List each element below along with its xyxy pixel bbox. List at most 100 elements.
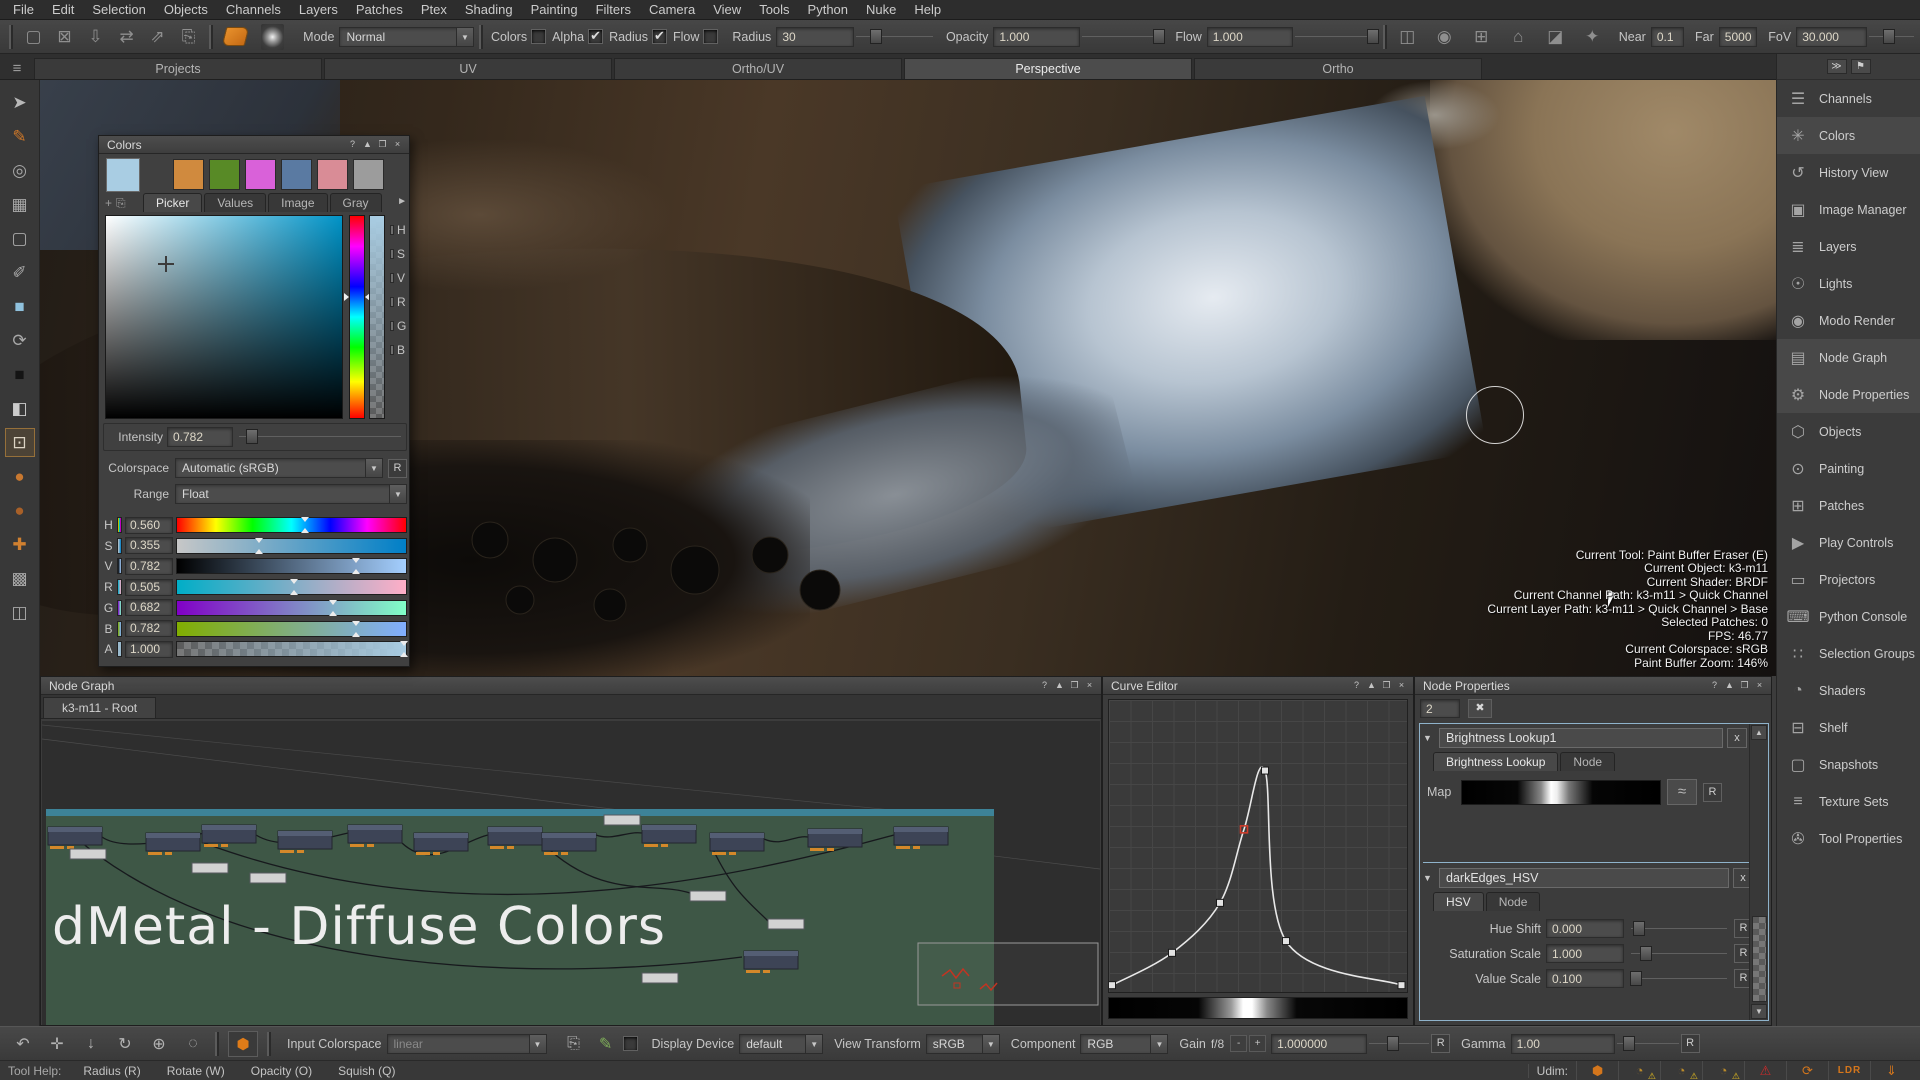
remove-node-button[interactable]: x — [1727, 728, 1747, 748]
channel-letter[interactable]: G — [390, 314, 408, 338]
bake-down-icon[interactable]: ↓ — [74, 1031, 108, 1057]
toolbar-grip[interactable] — [1383, 25, 1387, 49]
close-icon[interactable]: × — [1394, 679, 1409, 692]
marquee-select-tool[interactable]: ▢ — [5, 224, 35, 253]
sidebar-item-painting[interactable]: ⊙ Painting — [1777, 450, 1920, 487]
channel-value-field[interactable]: 0.782 — [125, 558, 173, 575]
menu-item[interactable]: Nuke — [857, 1, 905, 18]
dock-pin-icon[interactable]: ⚑ — [1851, 59, 1871, 74]
channel-value-field[interactable]: 0.355 — [125, 537, 173, 554]
projection-cube-icon[interactable]: ◫ — [1392, 23, 1423, 50]
chevron-down-icon[interactable]: ▼ — [365, 459, 382, 477]
gamma-reset-button[interactable]: R — [1681, 1034, 1700, 1053]
viewport-tab[interactable]: Ortho — [1194, 58, 1482, 79]
import-icon[interactable]: ⇄ — [111, 23, 142, 50]
gain-reset-button[interactable]: R — [1431, 1034, 1450, 1053]
symmetry-icon[interactable]: ⊞ — [1466, 23, 1497, 50]
tab-node[interactable]: Node — [1560, 752, 1615, 771]
close-icon[interactable]: × — [390, 138, 405, 151]
udim-export-icon[interactable]: ⇓ — [1870, 1061, 1912, 1080]
rotate-buffer-icon[interactable]: ↻ — [108, 1031, 142, 1057]
tab-values[interactable]: Values — [204, 193, 266, 212]
node-graph-header[interactable]: Node Graph ?▲❐× — [41, 677, 1101, 695]
menu-item[interactable]: Ptex — [412, 1, 456, 18]
menu-item[interactable]: Camera — [640, 1, 704, 18]
alpha-strip[interactable] — [369, 215, 385, 419]
menu-item[interactable]: Painting — [522, 1, 587, 18]
channel-gradient-bar[interactable] — [176, 538, 407, 554]
curves-icon[interactable]: ≈ — [1667, 779, 1697, 805]
collapse-arrow-icon[interactable]: ▼ — [1423, 733, 1435, 743]
paint-option-checkbox[interactable]: Flow — [673, 29, 718, 44]
opacity-field[interactable]: 1.000 — [993, 27, 1079, 47]
brush-preset-swatch[interactable] — [222, 27, 250, 46]
sidebar-item-node-graph[interactable]: ▤ Node Graph — [1777, 339, 1920, 376]
radius-slider[interactable] — [854, 27, 935, 47]
near-field[interactable]: 0.1 — [1651, 27, 1684, 47]
sidebar-item-image-manager[interactable]: ▣ Image Manager — [1777, 191, 1920, 228]
tab-scroll-right-icon[interactable]: ► — [397, 196, 407, 207]
menu-item[interactable]: File — [4, 1, 43, 18]
add-swatch-icon[interactable]: + — [105, 196, 112, 211]
chevron-down-icon[interactable]: ▼ — [456, 28, 473, 46]
mode-dropdown[interactable]: Normal ▼ — [339, 27, 474, 47]
sidebar-item-node-properties[interactable]: ⚙ Node Properties — [1777, 376, 1920, 413]
dock-expand-icon[interactable]: ≫ — [1827, 59, 1847, 74]
mirror-page-tool[interactable]: ◫ — [5, 598, 35, 627]
palette-swatch-slate-blue[interactable] — [281, 159, 312, 190]
lookup-map-preview[interactable] — [1461, 780, 1661, 805]
channel-letter[interactable]: B — [390, 338, 408, 362]
float-icon[interactable]: ❐ — [1379, 679, 1394, 692]
fov-field[interactable]: 30.000 — [1796, 27, 1866, 47]
hue-strip[interactable] — [349, 215, 365, 419]
curve-editor-canvas[interactable] — [1108, 699, 1408, 993]
foreground-color-swatch[interactable]: ■ — [5, 292, 35, 321]
sidebar-item-modo-render[interactable]: ◉ Modo Render — [1777, 302, 1920, 339]
pattern-tool[interactable]: ▩ — [5, 564, 35, 593]
gain-plus-button[interactable]: + — [1249, 1035, 1266, 1052]
sidebar-item-selection-groups[interactable]: ∷ Selection Groups — [1777, 635, 1920, 672]
float-icon[interactable]: ❐ — [1067, 679, 1082, 692]
collapse-icon[interactable]: ▲ — [1364, 679, 1379, 692]
help-icon[interactable]: ? — [345, 138, 360, 151]
udim-gauge-warning-1-icon[interactable]: ◔ — [1618, 1061, 1660, 1080]
sidebar-item-history-view[interactable]: ↺ History View — [1777, 154, 1920, 191]
menu-item[interactable]: Layers — [290, 1, 347, 18]
property-value-field[interactable]: 0.000 — [1546, 919, 1624, 938]
colors-palette-header[interactable]: Colors ?▲❐× — [99, 136, 409, 154]
tab-list-icon[interactable]: ≡ — [0, 57, 34, 79]
sidebar-item-texture-sets[interactable]: ≡ Texture Sets — [1777, 783, 1920, 820]
viewport-tab[interactable]: UV — [324, 58, 612, 79]
tab-node[interactable]: Node — [1486, 892, 1541, 911]
gain-slider[interactable] — [1367, 1034, 1431, 1054]
toolbar-grip[interactable] — [9, 25, 13, 49]
shader-sphere-a-icon[interactable]: ● — [5, 462, 35, 491]
far-field[interactable]: 5000 — [1719, 27, 1758, 47]
spray-icon[interactable]: ✦ — [1577, 23, 1608, 50]
current-color-swatch[interactable] — [106, 158, 140, 192]
close-icon[interactable]: × — [1082, 679, 1097, 692]
help-icon[interactable]: ? — [1707, 679, 1722, 692]
chevron-down-icon[interactable]: ▼ — [389, 485, 406, 503]
collapse-icon[interactable]: ▲ — [1052, 679, 1067, 692]
collapse-arrow-icon[interactable]: ▼ — [1423, 873, 1435, 883]
view-transform-dropdown[interactable]: sRGB ▼ — [926, 1034, 1000, 1054]
sidebar-item-patches[interactable]: ⊞ Patches — [1777, 487, 1920, 524]
scale-buffer-icon[interactable]: ⊕ — [142, 1031, 176, 1057]
checkbox-icon[interactable] — [588, 29, 603, 44]
menu-item[interactable]: Shading — [456, 1, 522, 18]
channel-gradient-bar[interactable] — [176, 579, 407, 595]
sidebar-item-tool-properties[interactable]: ✇ Tool Properties — [1777, 820, 1920, 857]
chevron-down-icon[interactable]: ▼ — [805, 1035, 822, 1053]
paint-target-button[interactable]: ⬢ — [228, 1031, 258, 1057]
toolbar-grip[interactable] — [267, 1032, 271, 1056]
flow-slider[interactable] — [1293, 27, 1378, 47]
node-graph-canvas[interactable]: dMetal - Diffuse Colors — [42, 721, 1100, 1025]
palette-swatch-gray[interactable] — [353, 159, 384, 190]
viewport-tab[interactable]: Projects — [34, 58, 322, 79]
tab-gray[interactable]: Gray — [330, 193, 382, 212]
toolbar-grip[interactable] — [479, 25, 483, 49]
select-tool[interactable]: ➤ — [5, 88, 35, 117]
menu-item[interactable]: Objects — [155, 1, 217, 18]
paint-option-checkbox[interactable]: Colors — [491, 29, 546, 44]
